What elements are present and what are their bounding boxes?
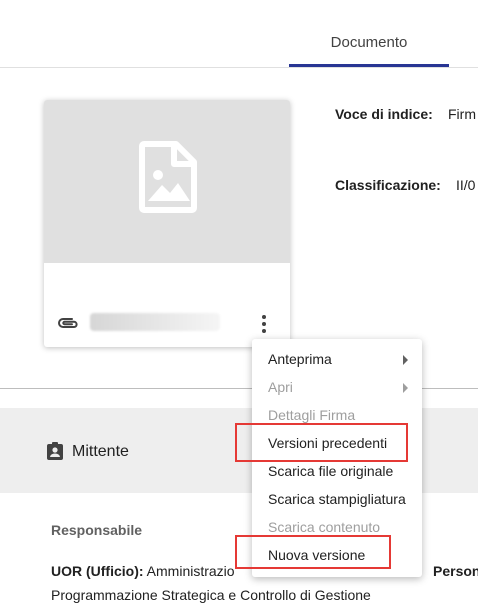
- responsabile-label: Responsabile: [51, 522, 143, 538]
- menu-item-apri: Apri: [252, 373, 422, 401]
- classificazione-value: II/0: [456, 177, 476, 193]
- tab-active-indicator: [289, 64, 449, 67]
- submenu-arrow-icon: [403, 355, 408, 365]
- voce-di-indice-value: Firm: [448, 106, 476, 122]
- menu-item-label: Apri: [268, 379, 293, 395]
- uor-field: UOR (Ufficio): Amministrazio: [51, 563, 235, 579]
- highlight-box-versioni-precedenti: [235, 423, 408, 462]
- submenu-arrow-icon: [403, 383, 408, 393]
- menu-item-scarica-stampigliatura[interactable]: Scarica stampigliatura: [252, 485, 422, 513]
- image-file-icon: [139, 141, 197, 213]
- mittente-title: Mittente: [72, 443, 129, 460]
- menu-item-anteprima[interactable]: Anteprima: [252, 345, 422, 373]
- menu-item-label: Scarica stampigliatura: [268, 491, 406, 507]
- menu-item-label: Dettagli Firma: [268, 407, 356, 423]
- paperclip-icon: [58, 318, 78, 328]
- tab-documento[interactable]: Documento: [289, 0, 449, 67]
- classificazione-label: Classificazione:: [335, 177, 441, 193]
- document-filename[interactable]: [90, 313, 220, 331]
- tab-documento-label: Documento: [330, 34, 408, 51]
- tab-bar: Documento: [0, 0, 478, 68]
- uor-value: Amministrazio: [146, 563, 235, 579]
- highlight-box-nuova-versione: [235, 535, 391, 569]
- uor-label: UOR (Ufficio):: [51, 563, 144, 579]
- document-card[interactable]: [44, 100, 290, 347]
- menu-item-label: Anteprima: [268, 351, 332, 367]
- more-options-icon[interactable]: [256, 312, 272, 336]
- persona-label: Person: [433, 563, 478, 579]
- uor-value-continued: Programmazione Strategica e Controllo di…: [51, 587, 371, 603]
- menu-item-label: Scarica file originale: [268, 463, 394, 479]
- voce-di-indice-label: Voce di indice:: [335, 106, 433, 122]
- menu-item-label: Scarica contenuto: [268, 519, 381, 535]
- contact-badge-icon: [47, 442, 63, 460]
- document-preview[interactable]: [44, 100, 290, 263]
